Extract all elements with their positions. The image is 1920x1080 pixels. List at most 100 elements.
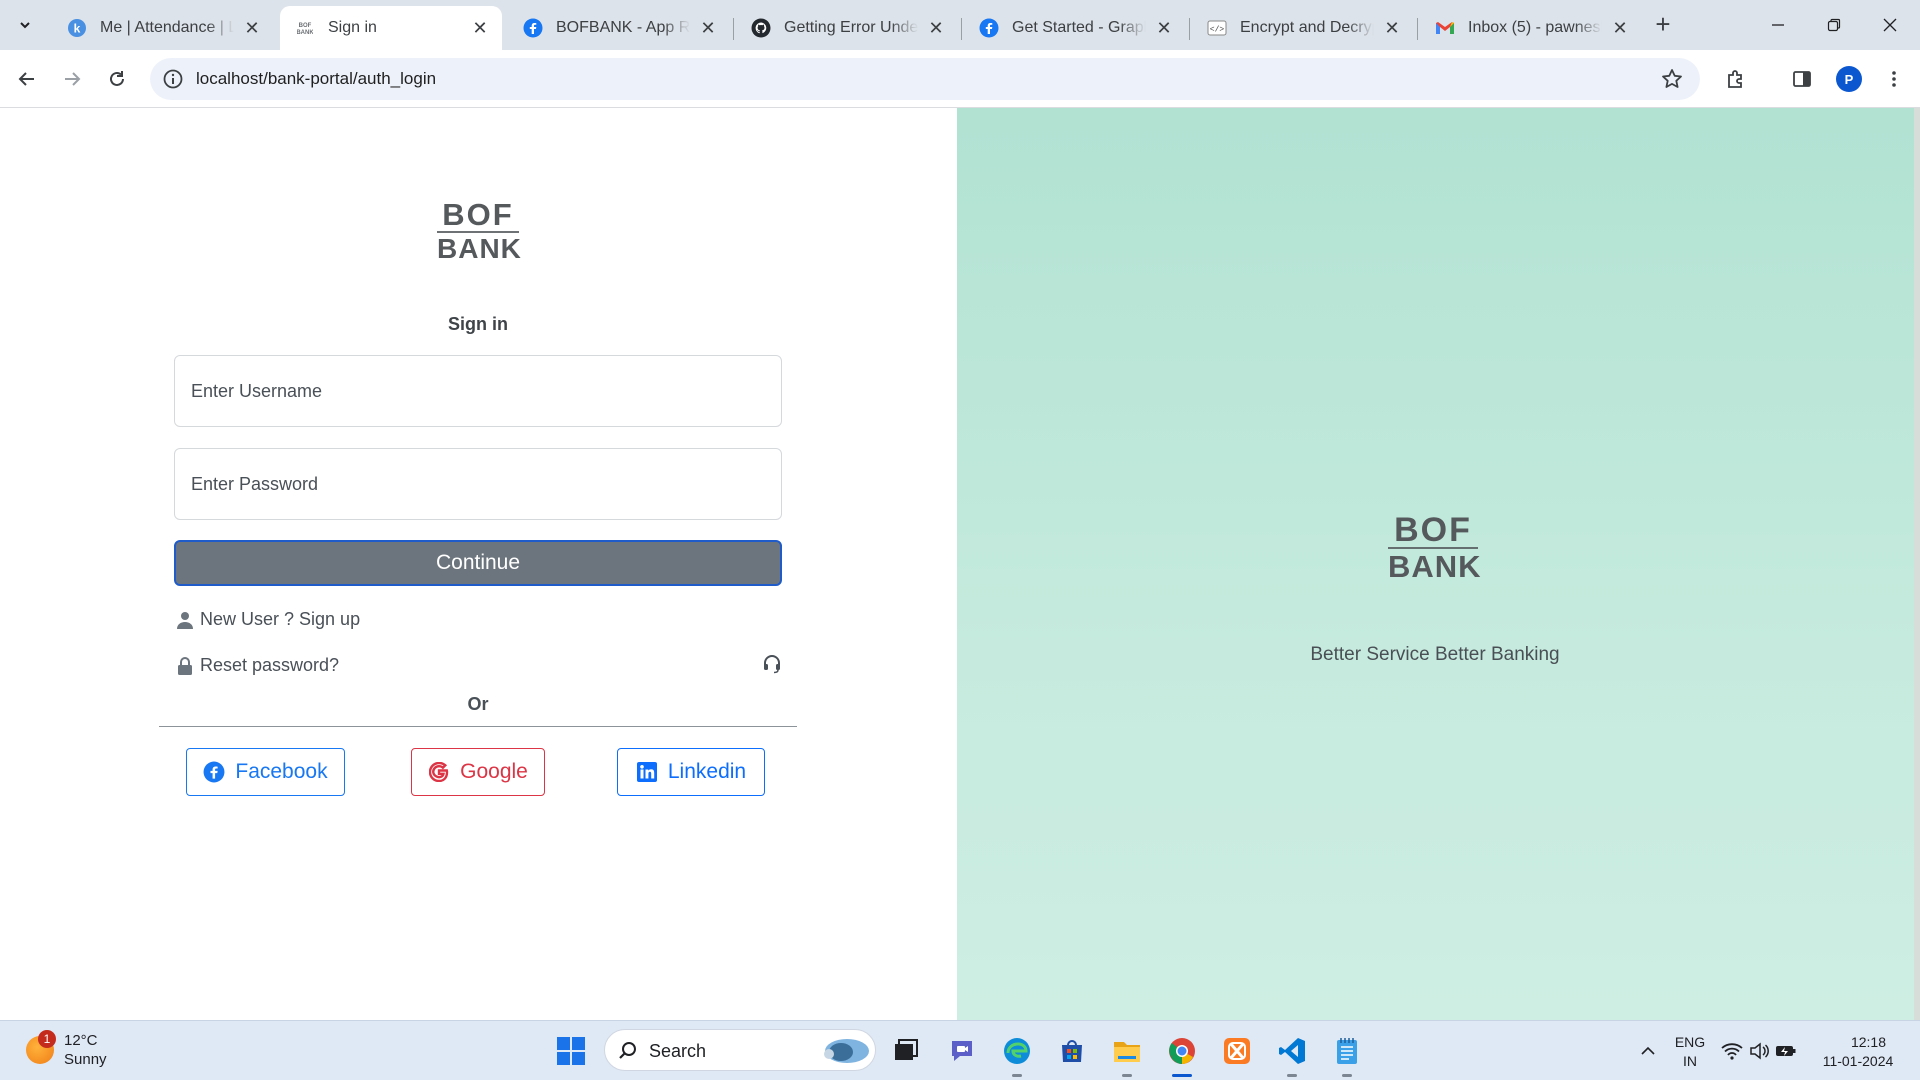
- page-content: BOF BANK Sign in Continue New User ? Sig…: [0, 108, 1920, 1020]
- speaker-icon: [1750, 1042, 1769, 1060]
- task-view-app[interactable]: [888, 1033, 924, 1069]
- menu-button[interactable]: [1878, 63, 1910, 95]
- reload-button[interactable]: [101, 63, 133, 95]
- tab-title: Sign in: [328, 19, 377, 36]
- bofbank-logo-large: BOF BANK: [1388, 511, 1481, 582]
- back-button[interactable]: [11, 63, 43, 95]
- password-field[interactable]: [174, 448, 782, 520]
- svg-text:</>: </>: [1210, 26, 1225, 35]
- extensions-button[interactable]: [1720, 63, 1752, 95]
- notepad-icon: [1337, 1038, 1357, 1064]
- edge-app[interactable]: [999, 1033, 1035, 1077]
- teams-app[interactable]: [944, 1033, 980, 1069]
- chevron-up-icon: [1641, 1046, 1655, 1055]
- username-field[interactable]: [174, 355, 782, 427]
- tab-separator: [961, 18, 962, 40]
- close-icon[interactable]: ✕: [1154, 18, 1174, 38]
- browser-tab-active[interactable]: BOF BANK Sign in ✕: [280, 6, 502, 50]
- store-app[interactable]: [1054, 1033, 1090, 1069]
- reset-link-text[interactable]: Reset password?: [200, 655, 339, 676]
- signup-link-text[interactable]: New User ? Sign up: [200, 609, 360, 630]
- vscode-icon: [1279, 1038, 1305, 1064]
- linkedin-login-button[interactable]: Linkedin: [617, 748, 765, 796]
- taskbar-search[interactable]: Search: [604, 1029, 876, 1071]
- divider-line: [159, 726, 797, 727]
- bofbank-logo: BOF BANK: [437, 199, 522, 264]
- notepad-app[interactable]: [1329, 1033, 1365, 1077]
- restore-button[interactable]: [1806, 0, 1862, 50]
- lang-code: ENG: [1674, 1034, 1706, 1050]
- browser-tab-strip: k Me | Attendance | Lo ✕ BOF BANK Sign in…: [0, 0, 1920, 50]
- google-label: Google: [460, 760, 528, 783]
- logo-line-2: BANK: [437, 233, 522, 264]
- facebook-login-button[interactable]: Facebook: [186, 748, 345, 796]
- logo-rule: [1388, 547, 1478, 549]
- password-input[interactable]: [175, 449, 781, 519]
- close-icon[interactable]: ✕: [698, 18, 718, 38]
- weather-widget[interactable]: 1 12°C Sunny: [26, 1030, 107, 1069]
- side-panel-button[interactable]: [1786, 63, 1818, 95]
- url-text[interactable]: localhost/bank-portal/auth_login: [196, 69, 436, 89]
- reset-password-link[interactable]: Reset password?: [176, 655, 339, 676]
- windows-logo-icon: [557, 1037, 585, 1065]
- xampp-app[interactable]: [1219, 1033, 1255, 1069]
- browser-tab[interactable]: </> Encrypt and Decrypt ✕: [1192, 6, 1414, 50]
- page-scrollbar[interactable]: [1914, 108, 1920, 1020]
- close-icon[interactable]: ✕: [1382, 18, 1402, 38]
- gmail-icon: [1434, 17, 1456, 39]
- start-button[interactable]: [553, 1033, 589, 1069]
- new-tab-button[interactable]: +: [1648, 10, 1678, 40]
- github-icon: [750, 17, 772, 39]
- continue-button[interactable]: Continue: [174, 540, 782, 586]
- search-highlight-icon: [824, 1039, 869, 1063]
- tab-separator: [1189, 18, 1190, 40]
- tab-title: Getting Error Undefi: [784, 19, 918, 36]
- close-window-button[interactable]: [1862, 0, 1918, 50]
- info-icon[interactable]: [162, 68, 184, 90]
- bookmark-star-icon[interactable]: [1660, 67, 1684, 91]
- minimize-button[interactable]: [1750, 0, 1806, 50]
- close-icon[interactable]: ✕: [926, 18, 946, 38]
- google-login-button[interactable]: Google: [411, 748, 545, 796]
- clock[interactable]: 12:18 11-01-2024: [1816, 1033, 1900, 1071]
- signup-link[interactable]: New User ? Sign up: [176, 609, 360, 630]
- teams-chat-icon: [952, 1041, 972, 1061]
- forward-button[interactable]: [56, 63, 88, 95]
- facebook-icon: [978, 17, 1000, 39]
- tab-separator: [733, 18, 734, 40]
- quick-settings-button[interactable]: [1716, 1033, 1802, 1069]
- browser-tab[interactable]: Getting Error Undefi ✕: [736, 6, 958, 50]
- close-icon[interactable]: ✕: [242, 18, 262, 38]
- weather-temp: 12°C: [64, 1032, 98, 1049]
- folder-icon: [1114, 1042, 1140, 1062]
- close-icon[interactable]: ✕: [1610, 18, 1630, 38]
- close-icon[interactable]: ✕: [470, 18, 490, 38]
- logo-line-1: BOF: [1394, 511, 1472, 549]
- tab-title: BOFBANK - App Revi: [556, 19, 690, 36]
- language-indicator[interactable]: ENG IN: [1672, 1033, 1708, 1071]
- username-input[interactable]: [175, 356, 781, 426]
- address-bar[interactable]: localhost/bank-portal/auth_login: [150, 58, 1700, 100]
- bofbank-favicon: BOF BANK: [294, 17, 316, 39]
- headset-support-icon[interactable]: [762, 654, 782, 674]
- browser-tab[interactable]: BOFBANK - App Revi ✕: [508, 6, 730, 50]
- tray-overflow-button[interactable]: [1628, 1033, 1668, 1069]
- browser-tab[interactable]: Get Started - Graph ✕: [964, 6, 1186, 50]
- running-indicator: [1172, 1074, 1192, 1077]
- chrome-app[interactable]: [1164, 1033, 1200, 1077]
- signin-title: Sign in: [448, 314, 508, 334]
- signin-panel: BOF BANK Sign in Continue New User ? Sig…: [0, 108, 957, 1020]
- chevron-down-icon: [20, 22, 30, 29]
- vscode-app[interactable]: [1274, 1033, 1310, 1077]
- file-explorer-app[interactable]: [1109, 1033, 1145, 1077]
- browser-tab[interactable]: k Me | Attendance | Lo ✕: [52, 6, 274, 50]
- brand-panel: BOF BANK: [957, 108, 1920, 1020]
- browser-tab[interactable]: Inbox (5) - pawneshk ✕: [1420, 6, 1642, 50]
- tab-search-button[interactable]: [10, 10, 40, 40]
- store-icon: [1062, 1040, 1082, 1062]
- tab-title: Inbox (5) - pawneshk: [1468, 19, 1602, 36]
- notification-badge: 1: [38, 1030, 56, 1048]
- profile-avatar[interactable]: P: [1836, 66, 1862, 92]
- svg-text:BOF: BOF: [299, 23, 312, 29]
- more-vert-icon: [1892, 71, 1896, 87]
